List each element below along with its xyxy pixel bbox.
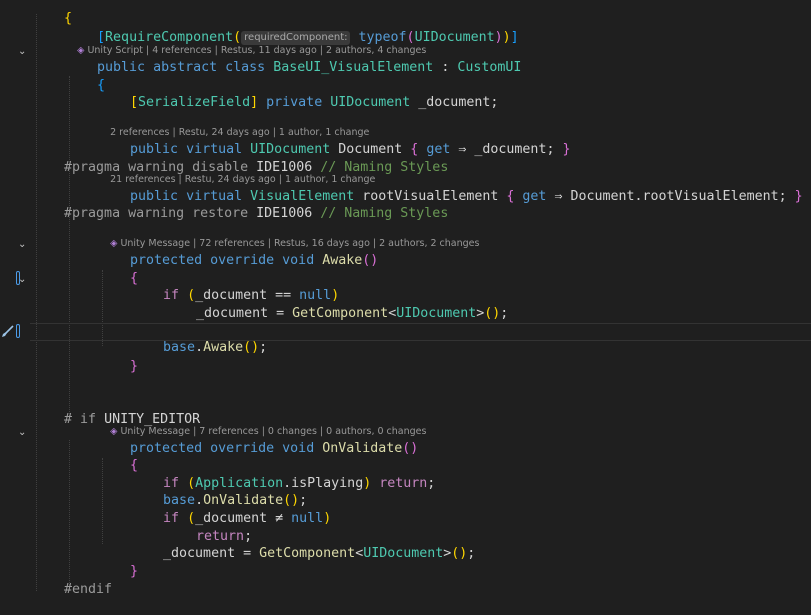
expression: Document.rootVisualElement; — [562, 189, 795, 204]
keyword: return — [379, 476, 428, 491]
keyword: base — [163, 340, 196, 355]
punctuation: . — [195, 340, 204, 355]
code-line[interactable]: base.OnValidate(); — [131, 475, 307, 508]
chevron-down-icon[interactable]: ⌄ — [18, 47, 28, 57]
type-name: UIDocument — [396, 306, 477, 321]
paren: ) — [363, 476, 372, 491]
attribute-name: SerializeField — [138, 95, 251, 110]
bracket: [ — [130, 95, 139, 110]
code-line[interactable]: base.Awake(); — [131, 322, 267, 355]
code-line[interactable]: _document = GetComponent<UIDocument>(); — [131, 528, 475, 561]
brace: } — [794, 189, 803, 204]
keyword: void — [282, 253, 315, 268]
indent-guide — [69, 76, 70, 416]
indent-guide — [36, 14, 37, 591]
code-line[interactable]: #endif — [32, 564, 112, 597]
paren: () — [243, 340, 260, 355]
code-line[interactable]: protected override void Awake() — [98, 235, 378, 268]
preprocessor-directive: #pragma — [64, 206, 121, 221]
field-name: _document; — [410, 95, 499, 110]
comment: // Naming Styles — [320, 206, 449, 221]
code-line[interactable]: return; — [164, 511, 252, 544]
code-editor[interactable]: ⌄ ⌄ ⌄ ⌄ { [RequireComponent(requiredComp… — [0, 0, 811, 597]
punctuation: : — [433, 60, 458, 75]
editor-gutter: ⌄ ⌄ ⌄ ⌄ — [0, 0, 30, 591]
type-name: UIDocument — [330, 95, 411, 110]
code-line[interactable]: { — [65, 60, 105, 93]
keyword: override — [210, 441, 275, 456]
code-line[interactable]: { — [98, 253, 138, 286]
expression: _document; — [466, 142, 563, 157]
brace: } — [562, 142, 571, 157]
keyword: class — [225, 60, 266, 75]
code-line[interactable]: if (_document ≠ null) — [131, 493, 331, 526]
warning-code: IDE1006 — [256, 206, 313, 221]
punctuation: < — [355, 546, 364, 561]
punctuation: ; — [259, 340, 268, 355]
expression: _document = — [196, 306, 293, 321]
modified-marker — [16, 324, 20, 338]
method-name: GetComponent — [292, 306, 389, 321]
code-line[interactable]: #pragma warning restore IDE1006 // Namin… — [32, 188, 448, 221]
paren: ) — [323, 511, 332, 526]
code-line[interactable]: if (Application.isPlaying) return; — [131, 458, 435, 491]
code-line[interactable]: #pragma warning disable IDE1006 // Namin… — [32, 142, 448, 175]
punctuation: ; — [427, 476, 436, 491]
keyword: abstract — [153, 60, 218, 75]
brace: } — [130, 564, 139, 579]
method-name: Awake — [203, 340, 244, 355]
keyword: override — [210, 253, 275, 268]
keyword: private — [266, 95, 323, 110]
code-line[interactable]: public abstract class BaseUI_VisualEleme… — [65, 42, 521, 75]
base-class-name: CustomUI — [457, 60, 522, 75]
code-line[interactable]: } — [98, 546, 138, 579]
code-line[interactable]: [SerializeField] private UIDocument _doc… — [98, 77, 498, 110]
keyword: void — [282, 441, 315, 456]
paren: () — [451, 546, 468, 561]
paintbrush-icon[interactable] — [1, 325, 14, 338]
chevron-down-icon[interactable]: ⌄ — [18, 428, 28, 438]
paren: () — [484, 306, 501, 321]
code-line[interactable]: public virtual UIDocument Document { get… — [98, 124, 570, 157]
code-line[interactable]: public virtual VisualElement rootVisualE… — [98, 171, 803, 204]
code-line[interactable]: # if UNITY_EDITOR — [32, 394, 200, 427]
keyword: get — [522, 189, 547, 204]
code-line[interactable]: } — [98, 341, 138, 374]
paren: () — [362, 253, 379, 268]
keyword: protected — [130, 253, 203, 268]
preprocessor-directive: # if — [64, 412, 97, 427]
preprocessor-directive: #endif — [64, 582, 113, 597]
punctuation: < — [388, 306, 397, 321]
code-line[interactable]: { — [98, 440, 138, 473]
paren: () — [402, 441, 419, 456]
keyword: protected — [130, 441, 203, 456]
method-name: Awake — [322, 253, 363, 268]
code-line[interactable]: if (_document == null) — [131, 270, 339, 303]
expression: _document = — [163, 546, 260, 561]
class-name: BaseUI_VisualElement — [273, 60, 434, 75]
code-line[interactable]: [RequireComponent(requiredComponent: typ… — [65, 12, 519, 45]
brace: } — [130, 359, 139, 374]
method-name: OnValidate — [322, 441, 403, 456]
method-name: GetComponent — [259, 546, 356, 561]
chevron-down-icon[interactable]: ⌄ — [18, 240, 28, 250]
bracket: ] — [250, 95, 259, 110]
modified-marker — [16, 271, 20, 285]
code-line[interactable]: { — [32, 0, 72, 26]
brace: { — [506, 189, 515, 204]
code-line[interactable]: protected override void OnValidate() — [98, 423, 418, 456]
code-line[interactable]: _document = GetComponent<UIDocument>(); — [164, 288, 508, 321]
punctuation: ; — [500, 306, 509, 321]
preprocessor-text: warning restore — [120, 206, 257, 221]
punctuation: ; — [467, 546, 476, 561]
keyword: null — [291, 511, 324, 526]
type-name: UIDocument — [363, 546, 444, 561]
